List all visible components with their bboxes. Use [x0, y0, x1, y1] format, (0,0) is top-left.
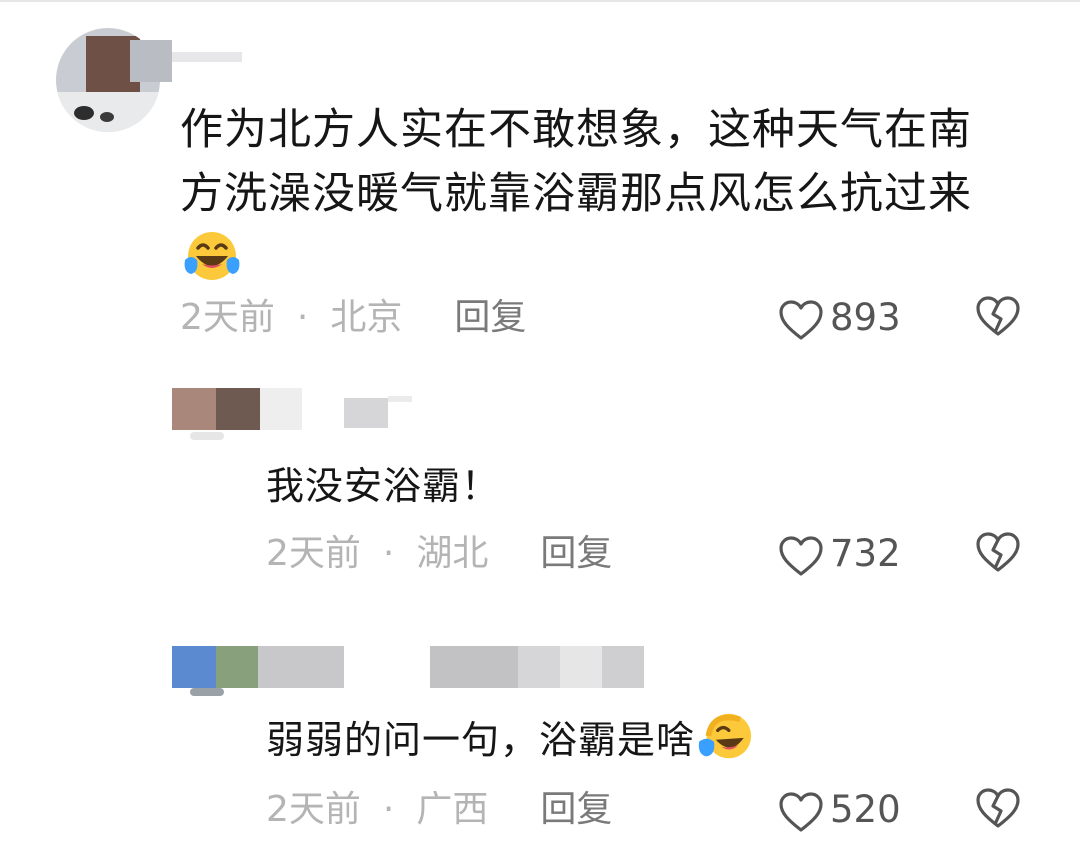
timestamp: 2天前 [180, 297, 275, 338]
divider [0, 0, 1080, 2]
like-button[interactable]: 520 [778, 784, 901, 836]
comment-meta: 2天前 · 广西 回复 [266, 784, 612, 836]
reply-item: 弱弱的问一句，浴霸是啥 2天前 · 广西 回复 520 [0, 602, 1080, 852]
dislike-button[interactable] [974, 786, 1022, 834]
reply-button[interactable]: 回复 [454, 292, 526, 344]
reply-text: 弱弱的问一句，浴霸是啥 [266, 710, 757, 775]
like-count: 520 [830, 788, 901, 831]
dislike-button[interactable] [974, 294, 1022, 342]
laughing-tears-emoji-icon [180, 226, 244, 300]
location: 广西 [416, 789, 489, 830]
comment-thread: 作为北方人实在不敢想象，这种天气在南 方洗澡没暖气就靠浴霸那点风怎么抗过来 2天… [0, 0, 1080, 852]
comment-text: 作为北方人实在不敢想象，这种天气在南 方洗澡没暖气就靠浴霸那点风怎么抗过来 [180, 98, 1020, 290]
comment-meta: 2天前 · 湖北 回复 [266, 528, 612, 580]
heart-icon [779, 299, 823, 340]
comment-meta: 2天前 · 北京 回复 [180, 292, 526, 344]
separator-dot: · [382, 789, 395, 830]
broken-heart-icon [976, 788, 1020, 828]
timestamp: 2天前 [266, 533, 361, 574]
laughing-tears-emoji-icon [697, 710, 757, 775]
heart-icon [779, 791, 823, 832]
separator-dot: · [382, 533, 395, 574]
reply-button[interactable]: 回复 [540, 784, 612, 836]
reply-text: 我没安浴霸！ [266, 464, 501, 508]
like-button[interactable]: 732 [778, 528, 901, 580]
like-count: 893 [830, 296, 901, 339]
like-button[interactable]: 893 [778, 292, 901, 344]
like-count: 732 [830, 532, 901, 575]
location: 湖北 [416, 533, 489, 574]
timestamp: 2天前 [266, 789, 361, 830]
reply-item: 我没安浴霸！ 2天前 · 湖北 回复 732 [0, 352, 1080, 602]
heart-icon [779, 535, 823, 576]
reply-button[interactable]: 回复 [540, 528, 612, 580]
location: 北京 [330, 297, 403, 338]
separator-dot: · [296, 297, 309, 338]
comment-item: 作为北方人实在不敢想象，这种天气在南 方洗澡没暖气就靠浴霸那点风怎么抗过来 2天… [0, 0, 1080, 352]
broken-heart-icon [976, 296, 1020, 336]
dislike-button[interactable] [974, 530, 1022, 578]
broken-heart-icon [976, 532, 1020, 572]
